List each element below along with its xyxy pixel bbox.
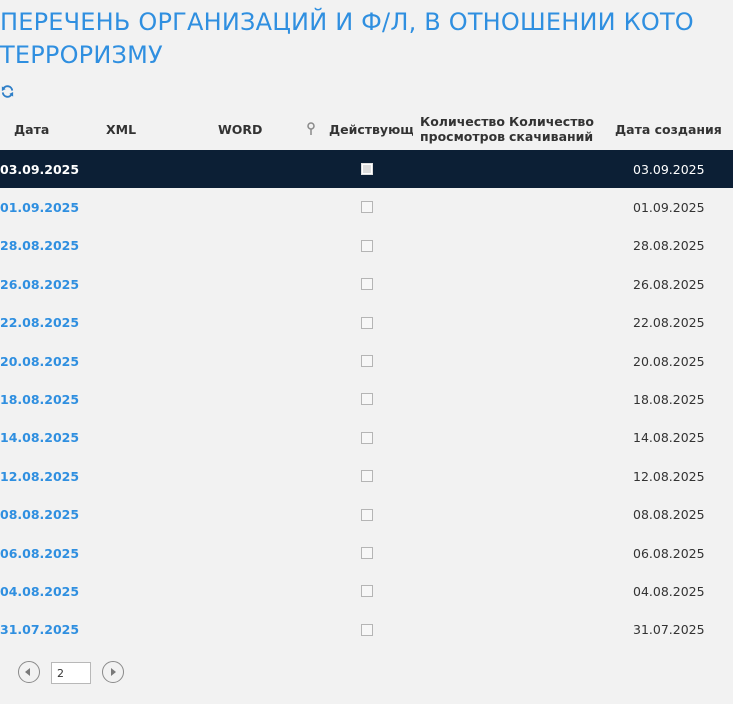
created-date: 31.07.2025 [633, 622, 705, 638]
column-header-word[interactable]: WORD [218, 108, 278, 150]
active-checkbox[interactable] [361, 354, 373, 367]
column-header-xml[interactable]: XML [106, 108, 166, 150]
active-checkbox[interactable] [361, 163, 373, 175]
created-date: 28.08.2025 [633, 238, 705, 254]
created-date: 06.08.2025 [633, 545, 705, 561]
created-date: 04.08.2025 [633, 583, 705, 599]
table-row[interactable]: 03.09.2025 03.09.2025 [0, 150, 733, 189]
created-date: 22.08.2025 [633, 315, 705, 331]
table-row[interactable]: 28.08.2025 28.08.2025 [0, 227, 733, 265]
date-link[interactable]: 31.07.2025 [0, 611, 79, 649]
date-link[interactable]: 22.08.2025 [0, 304, 79, 342]
created-date: 01.09.2025 [633, 200, 705, 216]
created-date: 08.08.2025 [633, 507, 705, 523]
active-checkbox[interactable] [361, 508, 373, 521]
created-date: 14.08.2025 [633, 430, 705, 446]
page-title-line-1: ПЕРЕЧЕНЬ ОРГАНИЗАЦИЙ И Ф/Л, В ОТНОШЕНИИ … [0, 8, 694, 36]
date-link[interactable]: 20.08.2025 [0, 342, 79, 380]
pin-icon [307, 122, 315, 135]
table-row[interactable]: 26.08.2025 26.08.2025 [0, 265, 733, 303]
created-date: 20.08.2025 [633, 353, 705, 369]
table-row[interactable]: 22.08.2025 22.08.2025 [0, 304, 733, 342]
date-link[interactable]: 26.08.2025 [0, 265, 79, 303]
refresh-icon[interactable] [0, 84, 15, 99]
date-link[interactable]: 01.09.2025 [0, 188, 79, 226]
date-link[interactable]: 18.08.2025 [0, 380, 79, 418]
active-checkbox[interactable] [361, 316, 373, 329]
page-title-line-2: ТЕРРОРИЗМУ [0, 41, 163, 69]
created-date: 03.09.2025 [633, 161, 705, 177]
table-row[interactable]: 14.08.2025 14.08.2025 [0, 419, 733, 457]
active-checkbox[interactable] [361, 546, 373, 559]
active-checkbox[interactable] [361, 431, 373, 444]
column-header-downloads-line-2: скачиваний [509, 129, 594, 144]
table-row[interactable]: 18.08.2025 18.08.2025 [0, 380, 733, 418]
table-row[interactable]: 01.09.2025 01.09.2025 [0, 188, 733, 226]
table-row[interactable]: 04.08.2025 04.08.2025 [0, 572, 733, 610]
column-header-views-line-1: Количество [420, 114, 505, 129]
table-body: 03.09.2025 03.09.2025 01.09.2025 01.09.2… [0, 150, 733, 649]
table-header: Дата XML WORD Действующ Количество просм… [0, 108, 733, 150]
column-header-views[interactable]: Количество просмотров [420, 108, 506, 150]
table-row[interactable]: 06.08.2025 06.08.2025 [0, 534, 733, 572]
table-row[interactable]: 20.08.2025 20.08.2025 [0, 342, 733, 380]
column-header-date[interactable]: Дата [14, 108, 74, 150]
date-link[interactable]: 06.08.2025 [0, 534, 79, 572]
date-link[interactable]: 12.08.2025 [0, 457, 79, 495]
pager [0, 660, 733, 686]
column-header-views-line-2: просмотров [420, 129, 506, 144]
active-checkbox[interactable] [361, 278, 373, 291]
active-checkbox[interactable] [361, 470, 373, 483]
active-checkbox[interactable] [361, 623, 373, 636]
chevron-left-icon[interactable] [18, 661, 40, 683]
active-checkbox[interactable] [361, 201, 373, 214]
date-link[interactable]: 28.08.2025 [0, 227, 79, 265]
created-date: 26.08.2025 [633, 276, 705, 292]
page-number-input[interactable] [51, 662, 91, 684]
active-checkbox[interactable] [361, 393, 373, 406]
date-link[interactable]: 14.08.2025 [0, 419, 79, 457]
column-header-downloads[interactable]: Количество скачиваний [509, 108, 595, 150]
column-header-downloads-line-1: Количество [509, 114, 594, 129]
created-date: 12.08.2025 [633, 468, 705, 484]
column-header-active[interactable]: Действующ [329, 108, 413, 150]
chevron-right-icon[interactable] [102, 661, 124, 683]
column-header-created[interactable]: Дата создания [615, 108, 725, 150]
created-date: 18.08.2025 [633, 392, 705, 408]
date-link[interactable]: 04.08.2025 [0, 572, 79, 610]
date-link[interactable]: 08.08.2025 [0, 496, 79, 534]
page-title: ПЕРЕЧЕНЬ ОРГАНИЗАЦИЙ И Ф/Л, В ОТНОШЕНИИ … [0, 6, 733, 72]
date-link[interactable]: 03.09.2025 [0, 150, 79, 188]
active-checkbox[interactable] [361, 585, 373, 598]
table-row[interactable]: 31.07.2025 31.07.2025 [0, 611, 733, 649]
column-header-pin[interactable] [304, 108, 318, 150]
table-row[interactable]: 12.08.2025 12.08.2025 [0, 457, 733, 495]
table-row[interactable]: 08.08.2025 08.08.2025 [0, 496, 733, 534]
active-checkbox[interactable] [361, 239, 373, 252]
